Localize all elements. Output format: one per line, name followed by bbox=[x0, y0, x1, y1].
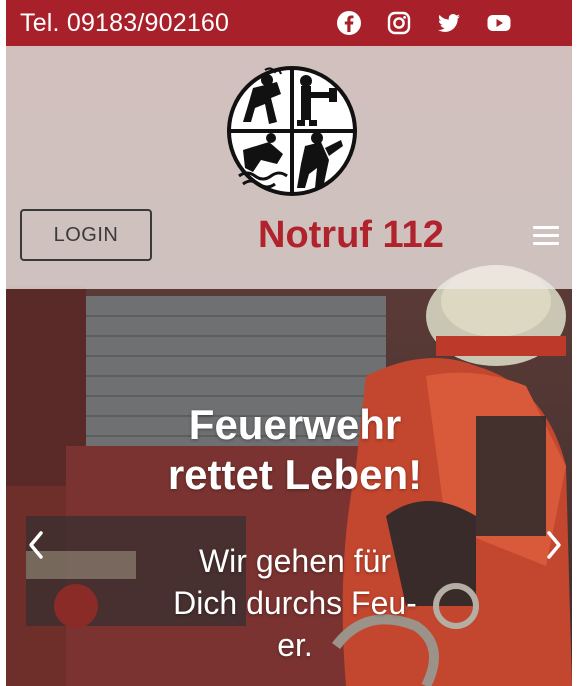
login-button[interactable]: LOGIN bbox=[20, 209, 152, 261]
slide-title-line: Feuerwehr bbox=[188, 401, 402, 448]
slide-title-line: rettet Leben! bbox=[167, 451, 423, 498]
top-bar: Tel. 09183/902160 bbox=[6, 0, 572, 46]
instagram-icon[interactable] bbox=[386, 10, 412, 36]
hamburger-menu-icon[interactable] bbox=[533, 226, 561, 246]
emergency-number[interactable]: Notruf 112 bbox=[258, 212, 444, 258]
fire-department-emblem-icon[interactable] bbox=[225, 64, 359, 198]
slide-subtitle-line: Wir gehen für bbox=[198, 543, 392, 579]
slide-subtitle-line: Dich durchs Feu- bbox=[173, 585, 417, 621]
social-links bbox=[336, 8, 512, 38]
chevron-right-icon[interactable] bbox=[542, 528, 566, 562]
phone-number[interactable]: Tel. 09183/902160 bbox=[20, 9, 229, 38]
page: Tel. 09183/902160 LOGIN Notruf 112 Feuer… bbox=[0, 0, 578, 686]
chevron-left-icon[interactable] bbox=[24, 528, 48, 562]
slide-subtitle: Wir gehen für Dich durchs Feu- er. bbox=[130, 540, 460, 666]
slide-title: Feuerwehr rettet Leben! bbox=[100, 400, 490, 500]
menu-line bbox=[533, 234, 559, 237]
menu-line bbox=[533, 242, 559, 245]
slide-subtitle-line: er. bbox=[277, 627, 313, 663]
youtube-icon[interactable] bbox=[486, 10, 512, 36]
twitter-icon[interactable] bbox=[436, 10, 462, 36]
facebook-icon[interactable] bbox=[336, 10, 362, 36]
menu-line bbox=[533, 226, 559, 229]
